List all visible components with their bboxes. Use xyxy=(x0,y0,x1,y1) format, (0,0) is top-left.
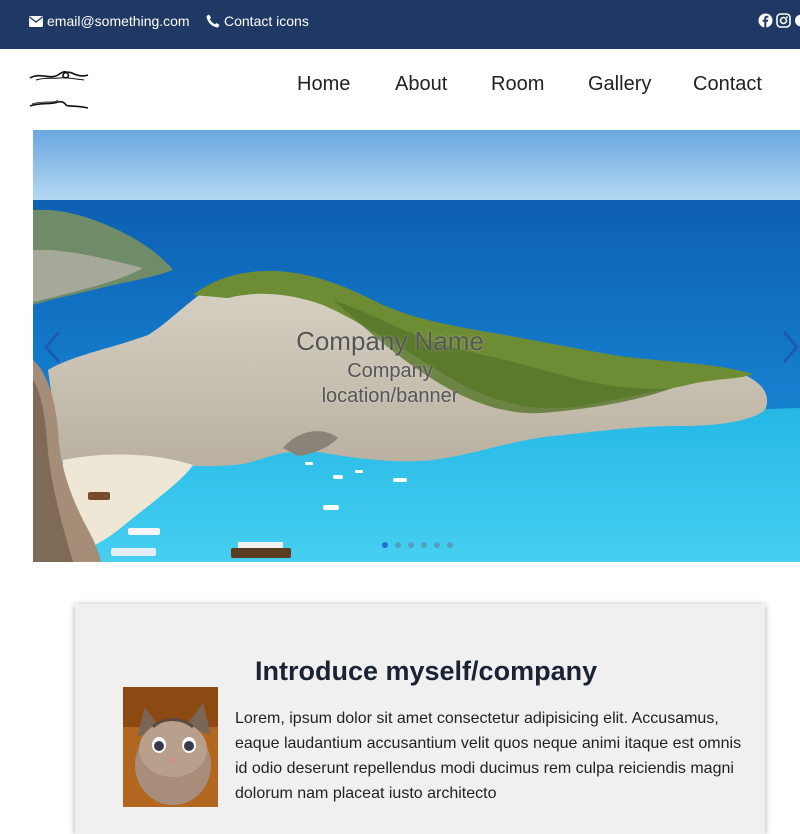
hero-caption: Company Name Company location/banner xyxy=(295,326,485,409)
intro-text: Lorem, ipsum dolor sit amet consectetur … xyxy=(235,710,742,802)
social-links xyxy=(758,13,800,28)
carousel-dot[interactable] xyxy=(408,542,414,548)
intro-title: Introduce myself/company xyxy=(255,656,598,686)
company-name: Company Name xyxy=(296,326,484,356)
carousel-indicators xyxy=(382,542,453,548)
chevron-left-icon[interactable] xyxy=(41,330,65,364)
kitten-photo xyxy=(123,687,218,807)
envelope-icon xyxy=(29,15,43,27)
chevron-right-icon[interactable] xyxy=(778,330,800,364)
email-text: email@something.com xyxy=(47,13,190,29)
nav-about[interactable]: About xyxy=(395,73,447,96)
carousel-dot[interactable] xyxy=(382,542,388,548)
carousel-dot[interactable] xyxy=(447,542,453,548)
nav-contact[interactable]: Contact xyxy=(693,73,762,96)
hero-carousel: Company Name Company location/banner xyxy=(33,130,800,562)
phone-icon xyxy=(206,14,220,28)
nav-gallery[interactable]: Gallery xyxy=(588,73,651,96)
social-icon-partial[interactable] xyxy=(794,13,800,28)
carousel-dot[interactable] xyxy=(395,542,401,548)
email-contact[interactable]: email@something.com xyxy=(29,13,190,29)
nav-room[interactable]: Room xyxy=(491,73,544,96)
contact-text: Contact icons xyxy=(224,13,309,29)
company-location: Company location/banner xyxy=(321,360,459,407)
phone-contact[interactable]: Contact icons xyxy=(206,13,309,29)
top-bar: email@something.com Contact icons xyxy=(0,0,800,49)
carousel-dot[interactable] xyxy=(421,542,427,548)
logo[interactable] xyxy=(28,64,90,112)
instagram-icon[interactable] xyxy=(776,13,791,28)
carousel-dot[interactable] xyxy=(434,542,440,548)
nav-home[interactable]: Home xyxy=(297,73,350,96)
facebook-icon[interactable] xyxy=(758,13,773,28)
